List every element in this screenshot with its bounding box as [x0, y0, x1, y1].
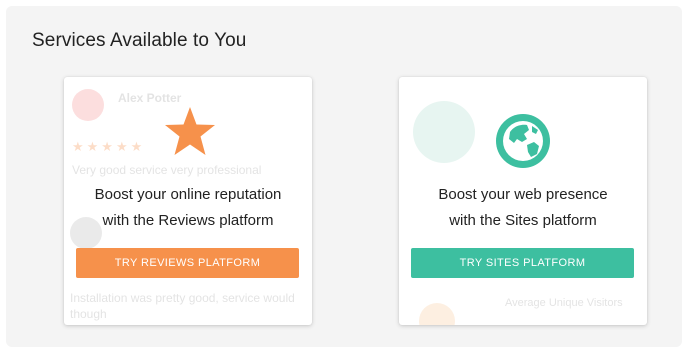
- reviews-card: Alex Potter ★★★★★ Very good service very…: [64, 77, 312, 325]
- reviewer-name: Alex Potter: [118, 91, 182, 105]
- globe-icon: [496, 114, 550, 168]
- star-icon: [165, 107, 215, 155]
- try-sites-platform-button[interactable]: TRY SITES PLATFORM: [411, 248, 634, 278]
- try-reviews-platform-button[interactable]: TRY REVIEWS PLATFORM: [76, 248, 299, 278]
- review-text: Very good service very professional: [72, 163, 262, 177]
- reviewer-avatar: [72, 89, 104, 121]
- second-review-text-cont: though: [70, 307, 107, 321]
- sites-card: Average Unique Visitors Boost your web p…: [399, 77, 647, 325]
- location-pin-icon: [413, 101, 475, 163]
- section-title: Services Available to You: [32, 30, 247, 51]
- review-stars: ★★★★★: [72, 139, 146, 154]
- sites-headline-line2: with the Sites platform: [449, 212, 597, 229]
- sites-headline-line1: Boost your web presence: [438, 186, 608, 203]
- second-review-text: Installation was pretty good, service wo…: [70, 291, 295, 305]
- reviews-headline-line2: with the Reviews platform: [102, 212, 274, 229]
- reviews-headline-line1: Boost your online reputation: [94, 186, 282, 203]
- sites-footer-avatar: [419, 303, 455, 325]
- sites-footer-text: Average Unique Visitors: [505, 297, 623, 309]
